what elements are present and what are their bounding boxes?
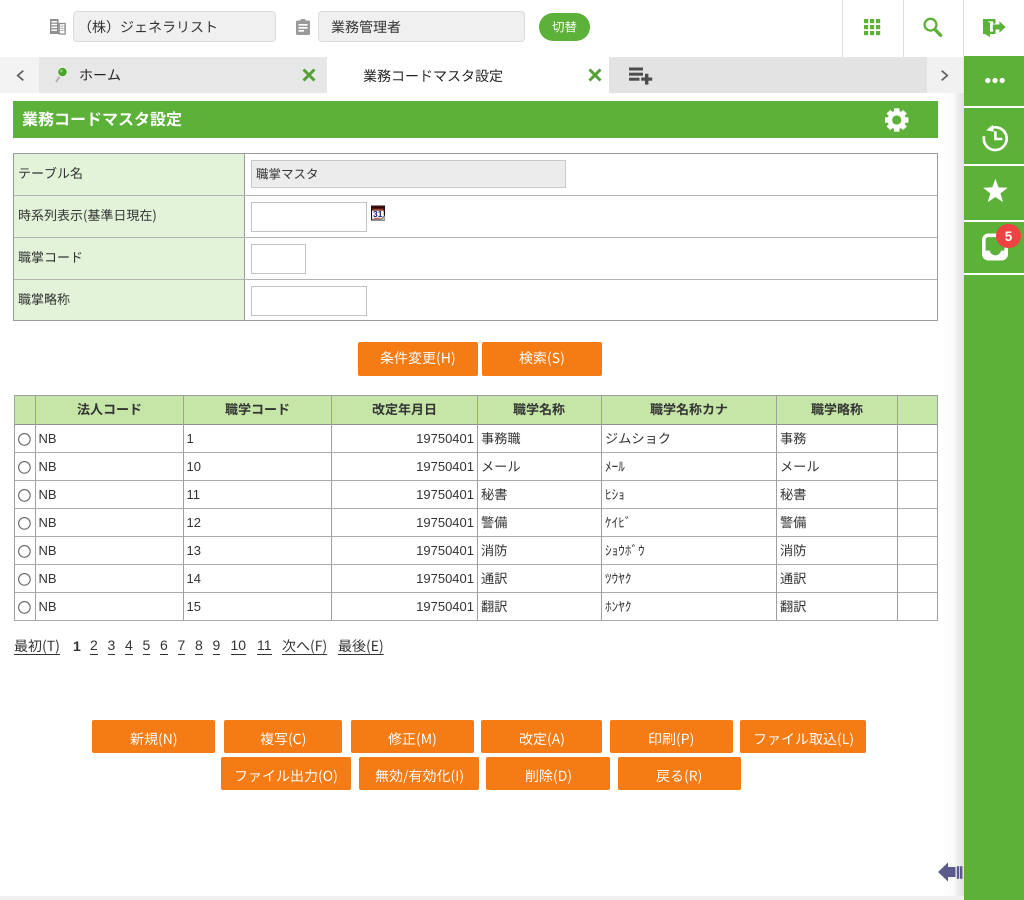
- svg-text:31: 31: [373, 209, 383, 219]
